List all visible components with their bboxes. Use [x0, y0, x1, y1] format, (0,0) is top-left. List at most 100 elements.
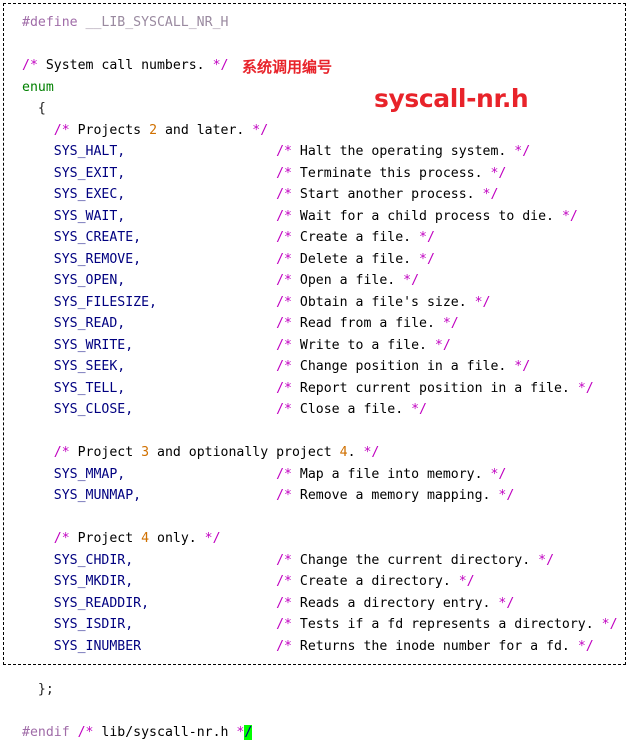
code-token-ctext: Report current position in a file. — [292, 381, 578, 396]
code-token-gap — [133, 553, 276, 568]
code-token-cdelim: */ — [411, 402, 427, 417]
code-token-ident: SYS_CHDIR, — [54, 553, 133, 568]
code-indent — [22, 166, 54, 181]
code-token-ident: SYS_SEEK, — [54, 359, 125, 374]
code-token-cdelim: */ — [403, 273, 419, 288]
code-token-ctext: Tests if a fd represents a directory. — [292, 617, 602, 632]
code-token-gap — [141, 230, 276, 245]
code-token-cdelim: */ — [602, 617, 618, 632]
code-line: SYS_EXEC, /* Start another process. */ — [4, 184, 625, 206]
code-token-gap — [133, 617, 276, 632]
code-token-ctext: Wait for a child process to die. — [292, 209, 562, 224]
code-token-hl: / — [244, 725, 252, 740]
code-token-gap — [141, 639, 276, 654]
code-token-cdelim: /* — [22, 58, 38, 73]
code-token-cdelim: */ — [363, 445, 379, 460]
code-line: /* Project 4 only. */ — [4, 528, 625, 550]
code-token-ctext: Projects — [70, 123, 149, 138]
code-token-cdelim: */ — [475, 295, 491, 310]
code-token-cnum: 2 — [149, 123, 157, 138]
code-token-pre: #endif — [22, 725, 70, 740]
code-indent — [22, 123, 54, 138]
code-token-cdelim: */ — [213, 58, 229, 73]
code-indent — [22, 273, 54, 288]
code-listing[interactable]: #define __LIB_SYSCALL_NR_H /* System cal… — [4, 4, 625, 743]
code-token-cdelim: */ — [459, 574, 475, 589]
code-token-gap — [133, 338, 276, 353]
code-token-cdelim: */ — [514, 144, 530, 159]
code-token-ctext: Returns the inode number for a fd. — [292, 639, 578, 654]
code-line: SYS_REMOVE, /* Delete a file. */ — [4, 249, 625, 271]
code-line: SYS_MMAP, /* Map a file into memory. */ — [4, 464, 625, 486]
code-token-ident: SYS_EXIT, — [54, 166, 125, 181]
code-token-ident: SYS_MMAP, — [54, 467, 125, 482]
code-indent — [22, 488, 54, 503]
code-token-ident: SYS_MKDIR, — [54, 574, 133, 589]
code-token-cnum: 3 — [141, 445, 149, 460]
code-line: SYS_MKDIR, /* Create a directory. */ — [4, 571, 625, 593]
code-line: SYS_FILESIZE, /* Obtain a file's size. *… — [4, 292, 625, 314]
code-indent — [22, 596, 54, 611]
code-token-ident: SYS_MUNMAP, — [54, 488, 141, 503]
code-token-gap — [125, 381, 276, 396]
code-token-ctext: Remove a memory mapping. — [292, 488, 498, 503]
code-line: /* Project 3 and optionally project 4. *… — [4, 442, 625, 464]
code-token-ident: SYS_REMOVE, — [54, 252, 141, 267]
code-line: #define __LIB_SYSCALL_NR_H — [4, 12, 625, 34]
code-line — [4, 700, 625, 722]
code-token-gap — [125, 359, 276, 374]
code-line — [4, 657, 625, 679]
code-token-cdelim: */ — [514, 359, 530, 374]
code-token-cdelim: /* — [276, 273, 292, 288]
annotation-file-title: syscall-nr.h — [374, 84, 528, 113]
code-token-cdelim: */ — [498, 596, 514, 611]
code-token-cdelim: /* — [276, 166, 292, 181]
code-indent — [22, 359, 54, 374]
code-indent — [22, 531, 54, 546]
code-token-cdelim: /* — [276, 252, 292, 267]
code-token-ctext: Project — [70, 445, 141, 460]
code-line: }; — [4, 679, 625, 701]
code-token-ctext: Halt the operating system. — [292, 144, 514, 159]
code-token-cdelim: /* — [276, 316, 292, 331]
code-token-ident: SYS_WRITE, — [54, 338, 133, 353]
code-token-gap — [133, 402, 276, 417]
code-token-cdelim: /* — [276, 359, 292, 374]
code-token-ctext: Create a file. — [292, 230, 419, 245]
code-token-cdelim: /* — [276, 467, 292, 482]
code-token-cdelim: /* — [276, 553, 292, 568]
code-line: SYS_CHDIR, /* Change the current directo… — [4, 550, 625, 572]
code-token-gap — [125, 187, 276, 202]
code-token-gap — [125, 144, 276, 159]
code-token-cdelim: /* — [54, 445, 70, 460]
code-token-cdelim: */ — [483, 187, 499, 202]
code-token-cdelim: /* — [276, 230, 292, 245]
code-token-cdelim: /* — [276, 488, 292, 503]
code-line: SYS_TELL, /* Report current position in … — [4, 378, 625, 400]
code-line: SYS_INUMBER /* Returns the inode number … — [4, 636, 625, 658]
code-token-gap — [125, 316, 276, 331]
code-token-ident: SYS_TELL, — [54, 381, 125, 396]
code-token-gap — [125, 273, 276, 288]
code-token-gap — [149, 596, 276, 611]
code-token-cdelim: */ — [205, 531, 221, 546]
code-token-gap — [141, 252, 276, 267]
code-token-cdelim: */ — [490, 467, 506, 482]
code-indent — [22, 639, 54, 654]
code-token-cdelim: */ — [498, 488, 514, 503]
code-line: /* Projects 2 and later. */ — [4, 120, 625, 142]
code-token-ident: SYS_ISDIR, — [54, 617, 133, 632]
code-token-ctext: Terminate this process. — [292, 166, 491, 181]
code-token-ctext: Obtain a file's size. — [292, 295, 475, 310]
code-token-cdelim: */ — [578, 639, 594, 654]
code-token-ctext: Reads a directory entry. — [292, 596, 498, 611]
code-token-ctext: . — [348, 445, 364, 460]
code-token-ctext: lib/syscall-nr.h — [93, 725, 236, 740]
code-line: SYS_READDIR, /* Reads a directory entry.… — [4, 593, 625, 615]
code-token-cnum: 4 — [340, 445, 348, 460]
code-token-gap — [141, 488, 276, 503]
code-token-ctext: Map a file into memory. — [292, 467, 491, 482]
code-line — [4, 507, 625, 529]
code-line: SYS_MUNMAP, /* Remove a memory mapping. … — [4, 485, 625, 507]
code-token-ctext: Read from a file. — [292, 316, 443, 331]
